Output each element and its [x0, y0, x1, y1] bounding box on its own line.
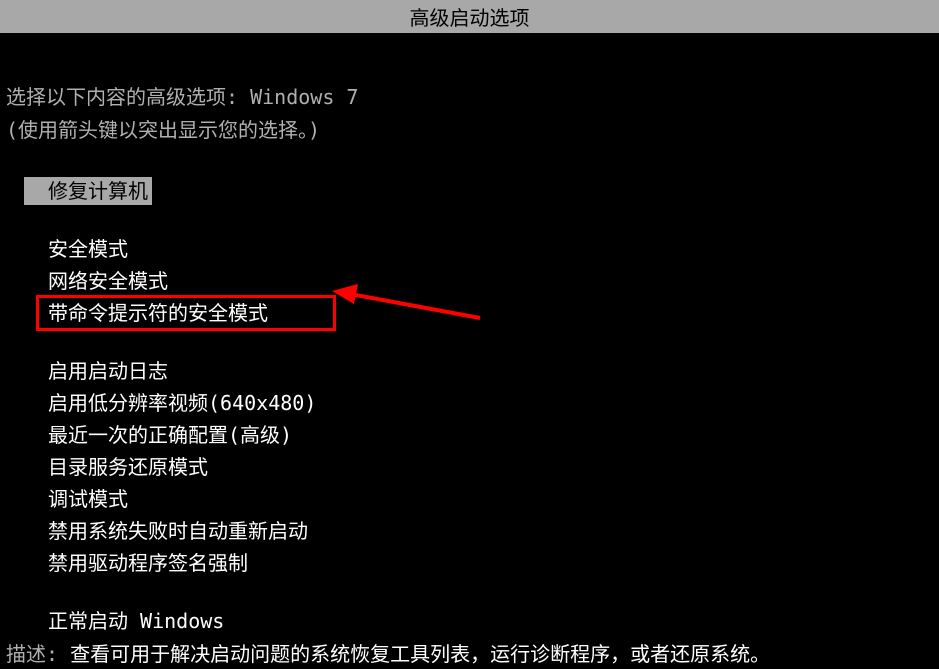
menu-item-ds-restore[interactable]: 目录服务还原模式	[48, 453, 939, 481]
highlighted-item-wrapper: 带命令提示符的安全模式	[48, 299, 268, 331]
title-bar: 高级启动选项	[0, 0, 939, 33]
menu-item-safe-mode-network[interactable]: 网络安全模式	[48, 267, 939, 295]
menu-item-disable-driver-sig[interactable]: 禁用驱动程序签名强制	[48, 549, 939, 577]
menu-item-debug[interactable]: 调试模式	[48, 485, 939, 513]
description-label: 描述:	[6, 642, 70, 666]
menu-item-last-known[interactable]: 最近一次的正确配置(高级)	[48, 421, 939, 449]
description-text: 查看可用于解决启动问题的系统恢复工具列表，运行诊断程序，或者还原系统。	[70, 642, 770, 666]
menu-item-safe-mode[interactable]: 安全模式	[48, 235, 939, 263]
menu-item-disable-auto-restart[interactable]: 禁用系统失败时自动重新启动	[48, 517, 939, 545]
description-line: 描述: 查看可用于解决启动问题的系统恢复工具列表，运行诊断程序，或者还原系统。	[6, 638, 770, 667]
menu-list: 修复计算机 安全模式 网络安全模式 带命令提示符的安全模式 启用启动日志 启用低…	[6, 177, 939, 635]
content-area: 选择以下内容的高级选项: Windows 7 (使用箭头键以突出显示您的选择。)…	[0, 33, 939, 635]
menu-item-repair[interactable]: 修复计算机	[48, 177, 939, 209]
intro-prefix: 选择以下内容的高级选项:	[6, 85, 250, 109]
title-text: 高级启动选项	[410, 6, 530, 30]
os-name: Windows 7	[250, 85, 358, 109]
menu-item-normal[interactable]: 正常启动 Windows	[48, 607, 939, 635]
menu-item-low-res[interactable]: 启用低分辨率视频(640x480)	[48, 389, 939, 417]
menu-item-safe-mode-cmd[interactable]: 带命令提示符的安全模式	[48, 299, 268, 327]
intro-line: 选择以下内容的高级选项: Windows 7	[6, 81, 939, 110]
hint-line: (使用箭头键以突出显示您的选择。)	[6, 114, 939, 143]
menu-item-repair-label: 修复计算机	[24, 177, 152, 205]
menu-item-boot-log[interactable]: 启用启动日志	[48, 357, 939, 385]
